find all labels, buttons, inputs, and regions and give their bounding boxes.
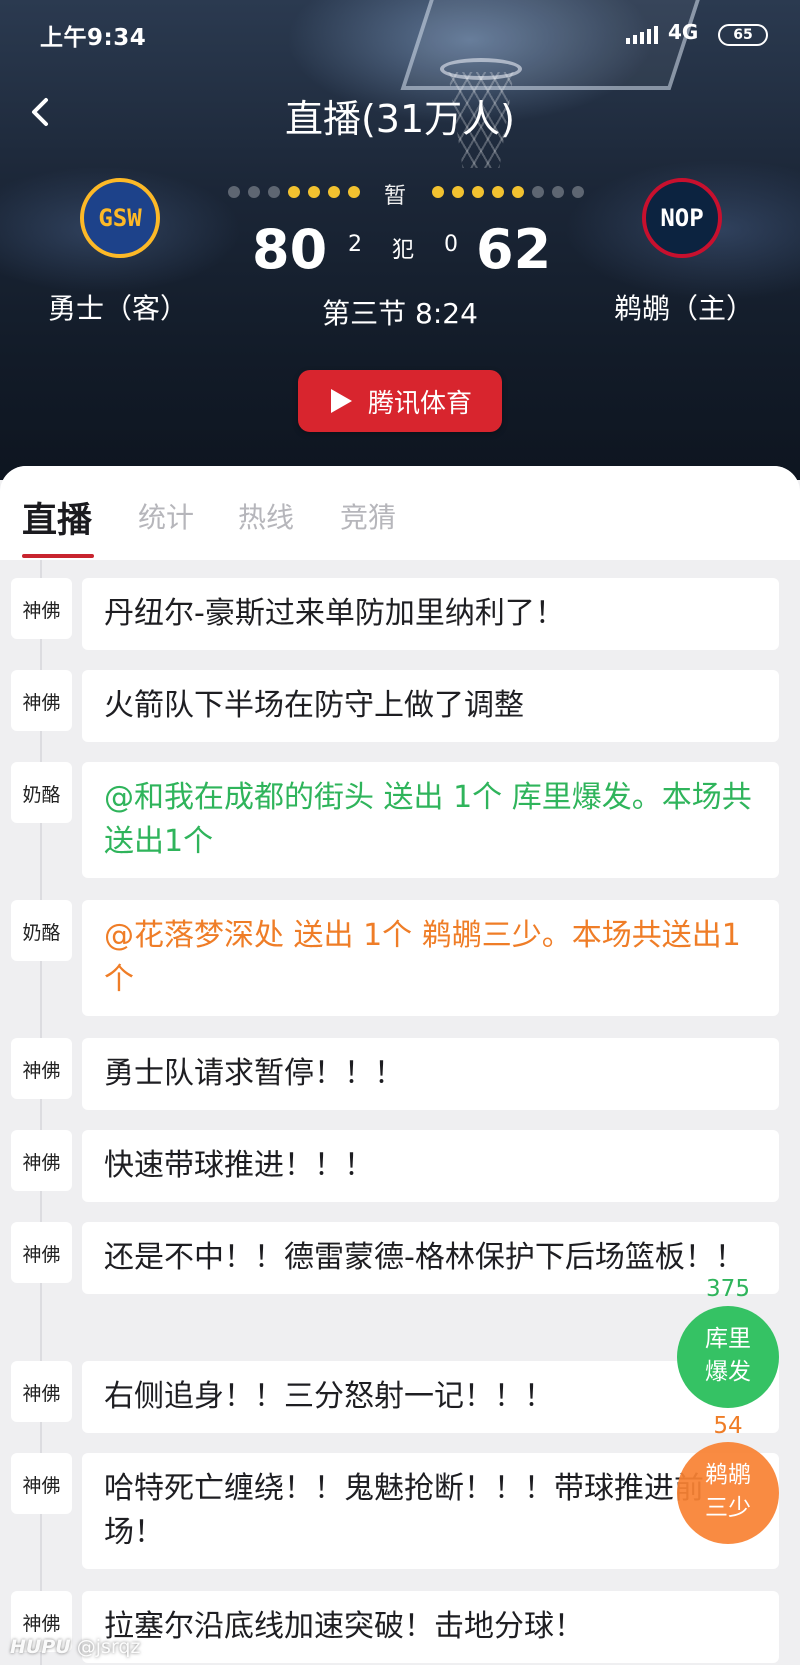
gift-message: @花落梦深处 送出 1个 鹈鹕三少。本场共送出1个 xyxy=(82,900,779,1016)
timeout-dot xyxy=(572,186,584,198)
battery-level: 65 xyxy=(733,27,753,43)
game-header: 上午9:34 4G 65 直播(31万人) GSW NOP 勇士（客） 鹈鹕（主… xyxy=(0,0,800,480)
author-badge: 神佛 xyxy=(11,1453,72,1514)
page-title: 直播(31万人) xyxy=(284,97,515,141)
home-timeouts xyxy=(432,186,584,198)
author-badge: 神佛 xyxy=(11,1130,72,1191)
watermark-brand: HUPU xyxy=(10,1636,71,1658)
watermark-handle: @jsrqz xyxy=(76,1636,141,1658)
author-badge: 神佛 xyxy=(11,670,72,731)
author-badge: 神佛 xyxy=(11,1038,72,1099)
author-badge: 神佛 xyxy=(11,1222,72,1283)
pause-label: 暂 xyxy=(384,184,407,209)
float-label-line: 爆发 xyxy=(705,1359,751,1385)
status-bar: 上午9:34 4G 65 xyxy=(0,16,800,56)
battery-icon: 65 xyxy=(718,24,768,46)
timeout-dot xyxy=(492,186,504,198)
feed-text: 拉塞尔沿底线加速突破！击地分球！ xyxy=(82,1591,779,1663)
pelicans-gift-count: 54 xyxy=(713,1413,743,1439)
feed-text: 右侧追身！！三分怒射一记！！！ xyxy=(82,1361,779,1433)
stream-button-label: 腾讯体育 xyxy=(367,388,472,419)
away-team-logo[interactable]: GSW xyxy=(80,178,160,258)
timeout-dot xyxy=(268,186,280,198)
author-badge: 奶酪 xyxy=(11,900,72,961)
away-timeouts xyxy=(228,186,360,198)
signal-icon xyxy=(626,26,658,44)
game-period: 第三节 8:24 xyxy=(322,297,478,330)
pelicans-gift-button[interactable]: 鹈鹕 三少 xyxy=(677,1442,779,1544)
feed-text: 丹纽尔-豪斯过来单防加里纳利了！ xyxy=(82,578,779,650)
tab-guess[interactable]: 竞猜 xyxy=(340,496,396,536)
curry-gift-count: 375 xyxy=(706,1276,750,1302)
gift-message: @和我在成都的街头 送出 1个 库里爆发。本场共送出1个 xyxy=(82,762,779,878)
float-label-line: 三少 xyxy=(705,1495,751,1521)
timeout-dot xyxy=(452,186,464,198)
play-icon xyxy=(330,389,352,413)
feed-text: 勇士队请求暂停！！！ xyxy=(82,1038,779,1110)
timeout-dot xyxy=(472,186,484,198)
float-label-line: 库里 xyxy=(705,1326,751,1352)
away-fouls: 2 xyxy=(348,232,362,257)
active-tab-indicator xyxy=(22,554,94,558)
network-type: 4G xyxy=(668,20,699,44)
timeout-dot xyxy=(308,186,320,198)
timeout-dot xyxy=(288,186,300,198)
tab-bar: 直播 统计 热线 竞猜 xyxy=(0,466,800,560)
float-label-line: 鹈鹕 xyxy=(705,1462,751,1488)
tab-stats[interactable]: 统计 xyxy=(138,496,194,536)
stream-button[interactable]: 腾讯体育 xyxy=(298,370,502,432)
tab-live[interactable]: 直播 xyxy=(22,492,92,543)
timeout-dot xyxy=(552,186,564,198)
status-time: 上午9:34 xyxy=(40,25,147,51)
timeout-dot xyxy=(348,186,360,198)
author-badge: 奶酪 xyxy=(11,762,72,823)
away-score: 80 xyxy=(252,218,328,281)
away-team-abbr: GSW xyxy=(98,204,142,232)
timeout-dot xyxy=(432,186,444,198)
home-fouls: 0 xyxy=(443,232,458,257)
watermark: HUPU @jsrqz xyxy=(10,1636,140,1658)
curry-gift-button[interactable]: 库里 爆发 xyxy=(677,1306,779,1408)
home-score: 62 xyxy=(476,218,552,281)
home-team-abbr: NOP xyxy=(660,204,704,232)
feed-text: 哈特死亡缠绕！！鬼魅抢断！！！带球推进前场！ xyxy=(82,1453,779,1569)
feed-text: 快速带球推进！！！ xyxy=(82,1130,779,1202)
author-badge: 神佛 xyxy=(11,1361,72,1422)
timeout-dot xyxy=(228,186,240,198)
author-badge: 神佛 xyxy=(11,578,72,639)
fouls-display: 2 犯 0 xyxy=(348,232,458,264)
tab-hotline[interactable]: 热线 xyxy=(238,496,294,536)
timeout-dot xyxy=(248,186,260,198)
home-team-logo[interactable]: NOP xyxy=(642,178,722,258)
timeout-dot xyxy=(532,186,544,198)
feed-text: 还是不中！！德雷蒙德-格林保护下后场篮板！！ xyxy=(82,1222,779,1294)
feed-text: 火箭队下半场在防守上做了调整 xyxy=(82,670,779,742)
timeout-dot xyxy=(328,186,340,198)
fouls-label: 犯 xyxy=(391,238,414,263)
timeout-dot xyxy=(512,186,524,198)
